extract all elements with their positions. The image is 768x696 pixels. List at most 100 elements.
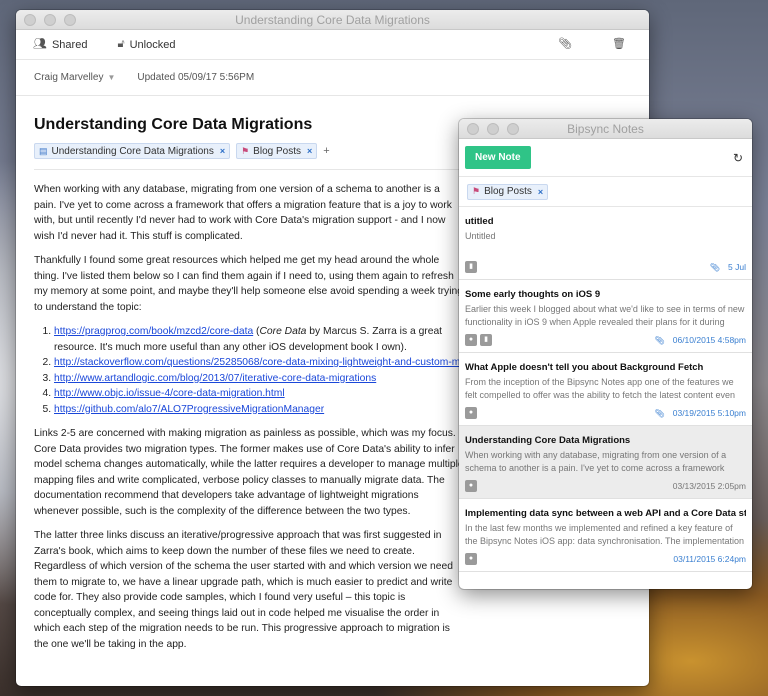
note-date: 03/11/2015 6:24pm <box>673 554 746 564</box>
link[interactable]: https://pragprog.com/book/mzcd2/core-dat… <box>54 326 253 337</box>
link[interactable]: http://stackoverflow.com/questions/25285… <box>54 357 494 368</box>
note-icon: ▤ <box>39 145 48 156</box>
note-list-item[interactable]: utitled Untitled ▮ 📎︎ 5 Jul <box>459 207 752 280</box>
link[interactable]: https://github.com/alo7/ALO7ProgressiveM… <box>54 404 324 415</box>
note-date-group: 📎︎ 5 Jul <box>710 262 746 272</box>
zoom-window-button[interactable] <box>64 14 76 26</box>
paragraph: Links 2-5 are concerned with making migr… <box>34 428 464 517</box>
note-title: Understanding Core Data Migrations <box>465 435 631 446</box>
note-snippet: When working with any database, migratin… <box>465 450 727 473</box>
note-date: 5 Jul <box>728 262 746 272</box>
tag-chip[interactable]: ⚑ Blog Posts × <box>236 143 318 159</box>
note-title: utitled <box>465 216 494 227</box>
tag-label: Understanding Core Data Migrations <box>51 145 214 157</box>
paperclip-icon: 📎︎ <box>709 262 721 272</box>
refresh-icon[interactable]: ↻ <box>733 151 743 165</box>
shared-label: Shared <box>51 38 88 51</box>
window-title: Bipsync Notes <box>567 122 644 136</box>
note-footer: ● 03/13/2015 2:05pm <box>465 480 746 492</box>
note-badges: ▮ <box>465 261 477 273</box>
unlock-icon: 🔓︎ <box>117 38 125 50</box>
user-icon: ● <box>465 407 477 419</box>
author-name: Craig Marvelley <box>34 72 104 83</box>
paperclip-icon[interactable]: 📎︎ <box>558 39 572 50</box>
tag-filter-row: ⚑ Blog Posts × <box>459 177 752 207</box>
users-icon: 👥︎ <box>33 38 47 50</box>
note-snippet: From the inception of the Bipsync Notes … <box>465 377 735 400</box>
note-footer: ● 📎︎ 03/19/2015 5:10pm <box>465 407 746 419</box>
note-date: 06/10/2015 4:58pm <box>672 335 746 345</box>
new-note-button[interactable]: New Note <box>465 146 531 169</box>
filter-tag-label: Blog Posts <box>484 186 532 197</box>
minimize-window-button[interactable] <box>487 123 499 135</box>
chevron-down-icon: ▼ <box>107 73 116 82</box>
note-badges: ● <box>465 553 477 565</box>
note-badges: ● <box>465 407 477 419</box>
lock-icon: ▮ <box>480 334 492 346</box>
note-date: 03/13/2015 2:05pm <box>672 481 746 491</box>
close-window-button[interactable] <box>24 14 36 26</box>
list-item: http://www.artandlogic.com/blog/2013/07/… <box>54 371 464 387</box>
note-list: utitled Untitled ▮ 📎︎ 5 Jul Some early t… <box>459 207 752 572</box>
remove-tag-icon[interactable]: × <box>220 146 225 156</box>
window-title: Understanding Core Data Migrations <box>235 13 430 27</box>
note-footer: ● 03/11/2015 6:24pm <box>465 553 746 565</box>
note-date: 03/19/2015 5:10pm <box>672 408 746 418</box>
filter-tag-chip[interactable]: ⚑ Blog Posts × <box>467 183 549 200</box>
paperclip-icon: 📎︎ <box>654 335 665 345</box>
tag-icon: ⚑ <box>241 145 250 156</box>
note-list-item[interactable]: Implementing data sync between a web API… <box>459 499 752 572</box>
link-list: https://pragprog.com/book/mzcd2/core-dat… <box>54 324 494 418</box>
document-titlebar[interactable]: Understanding Core Data Migrations <box>16 10 649 30</box>
tag-icon: ⚑ <box>472 186 481 196</box>
tag-chip[interactable]: ▤ Understanding Core Data Migrations × <box>34 143 231 159</box>
tag-label: Blog Posts <box>253 145 301 157</box>
list-item: https://pragprog.com/book/mzcd2/core-dat… <box>54 324 464 355</box>
notes-window: Bipsync Notes New Note ↻ ⚑ Blog Posts × … <box>459 119 752 589</box>
paragraph: The latter three links discuss an iterat… <box>34 530 453 650</box>
note-snippet: Untitled <box>465 231 496 241</box>
note-date-group: 03/13/2015 2:05pm <box>673 481 746 491</box>
add-tag-button[interactable]: + <box>323 145 329 157</box>
link[interactable]: http://www.objc.io/issue-4/core-data-mig… <box>54 388 285 399</box>
list-item: http://www.objc.io/issue-4/core-data-mig… <box>54 386 464 402</box>
window-controls <box>24 14 76 26</box>
note-snippet: Earlier this week I blogged about what w… <box>465 304 745 327</box>
note-list-item[interactable]: Understanding Core Data Migrations When … <box>459 426 752 499</box>
user-icon: ● <box>465 480 477 492</box>
lock-icon: ▮ <box>465 261 477 273</box>
zoom-window-button[interactable] <box>507 123 519 135</box>
notes-titlebar[interactable]: Bipsync Notes <box>459 119 752 139</box>
note-badges: ● <box>465 480 477 492</box>
note-snippet: In the last few months we implemented an… <box>465 523 744 546</box>
note-date-group: 📎︎ 03/19/2015 5:10pm <box>655 408 746 418</box>
trash-icon[interactable]: 🗑︎ <box>612 39 626 50</box>
document-content[interactable]: When working with any database, migratin… <box>34 170 494 652</box>
close-window-button[interactable] <box>467 123 479 135</box>
minimize-window-button[interactable] <box>44 14 56 26</box>
user-icon: ● <box>465 553 477 565</box>
remove-tag-icon[interactable]: × <box>538 187 543 197</box>
paragraph: Thankfully I found some great resources … <box>34 255 463 313</box>
note-footer: ● ▮ 📎︎ 06/10/2015 4:58pm <box>465 334 746 346</box>
list-item: http://stackoverflow.com/questions/25285… <box>54 355 494 371</box>
note-list-item[interactable]: Some early thoughts on iOS 9 Earlier thi… <box>459 280 752 353</box>
note-list-item[interactable]: What Apple doesn't tell you about Backgr… <box>459 353 752 426</box>
remove-tag-icon[interactable]: × <box>307 146 312 156</box>
note-title: What Apple doesn't tell you about Backgr… <box>465 362 704 373</box>
shared-button[interactable]: 👥︎ Shared <box>33 39 87 51</box>
book-title: Core Data <box>259 326 307 337</box>
window-controls <box>467 123 519 135</box>
note-badges: ● ▮ <box>465 334 492 346</box>
unlocked-label: Unlocked <box>129 38 176 51</box>
document-toolbar: 👥︎ Shared 🔓︎ Unlocked 📎︎ 🗑︎ <box>16 30 649 60</box>
updated-timestamp: Updated 05/09/17 5:56PM <box>137 72 255 83</box>
author-dropdown[interactable]: Craig Marvelley ▼ <box>34 72 115 83</box>
paperclip-icon: 📎︎ <box>654 408 665 418</box>
note-date-group: 📎︎ 06/10/2015 4:58pm <box>655 335 746 345</box>
paragraph: When working with any database, migratin… <box>34 184 452 242</box>
list-item: https://github.com/alo7/ALO7ProgressiveM… <box>54 402 464 418</box>
unlocked-button[interactable]: 🔓︎ Unlocked <box>117 39 175 51</box>
user-icon: ● <box>465 334 477 346</box>
link[interactable]: http://www.artandlogic.com/blog/2013/07/… <box>54 373 376 384</box>
